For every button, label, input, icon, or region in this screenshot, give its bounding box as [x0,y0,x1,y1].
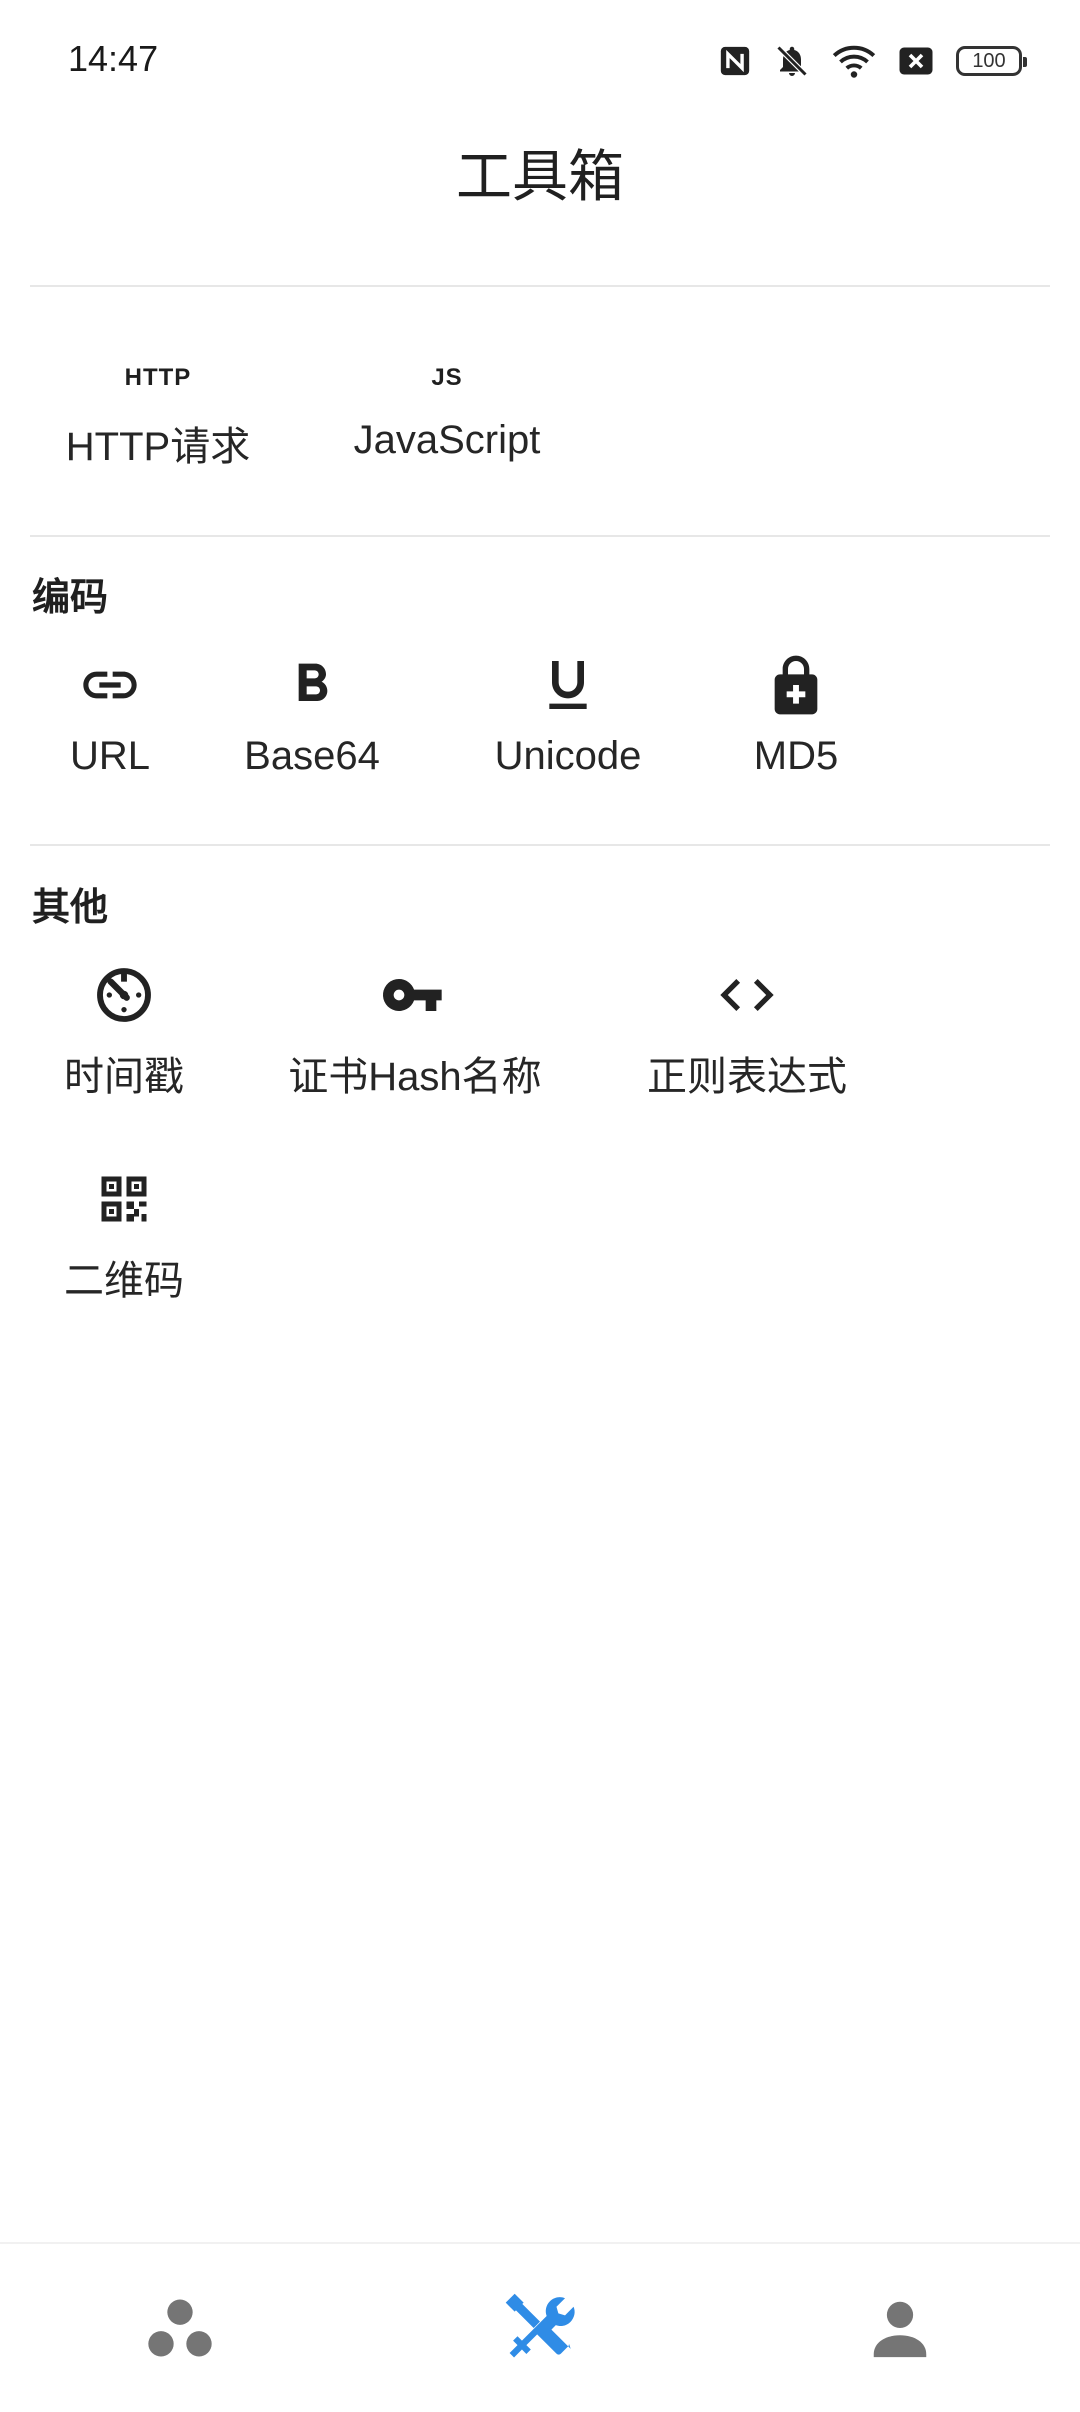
status-bar: 14:47 100 [0,0,1080,120]
battery-icon: 100 [956,46,1027,76]
person-icon [873,2301,927,2358]
tool-http-request[interactable]: HTTP HTTP请求 [60,348,256,472]
tool-javascript[interactable]: JS JavaScript [344,348,550,463]
tool-label: Unicode [494,734,642,778]
key-icon [380,960,450,1030]
section-title-other: 其他 [32,887,109,929]
code-icon [713,960,781,1030]
tool-md5[interactable]: MD5 [736,650,856,779]
bubbles-icon [148,2299,212,2357]
bell-off-icon [776,45,808,77]
nav-item-toolbox[interactable] [360,2244,720,2412]
http-icon: HTTP [124,364,192,391]
tool-label: Base64 [244,734,380,778]
wifi-icon [832,45,876,78]
tool-url[interactable]: URL [50,650,170,779]
nav-item-profile[interactable] [720,2244,1080,2412]
bottom-navigation [0,2242,1080,2412]
battery-level: 100 [972,49,1006,72]
tool-label: MD5 [753,734,839,778]
page-title: 工具箱 [456,145,624,208]
divider [30,844,1050,846]
section-title-encoding: 编码 [32,577,109,619]
underline-icon [536,650,600,720]
tool-label: 二维码 [64,1259,184,1303]
nfc-icon [720,46,750,76]
tool-label: 正则表达式 [647,1055,847,1099]
divider [30,535,1050,537]
tool-label: 证书Hash名称 [288,1055,542,1099]
divider [30,285,1050,287]
lock-icon [764,650,828,720]
tool-label: URL [69,734,151,778]
tool-label: HTTP请求 [65,425,251,469]
tool-qrcode[interactable]: 二维码 [50,1164,198,1306]
tool-label: JavaScript [353,418,541,462]
tool-label: 时间戳 [64,1055,184,1099]
timer-icon [92,960,156,1030]
tool-regex[interactable]: 正则表达式 [630,960,864,1102]
status-time: 14:47 [68,38,159,79]
nav-item-community[interactable] [0,2244,360,2412]
js-icon: JS [431,364,463,391]
link-icon [78,650,142,720]
sim-error-icon [899,47,933,75]
tool-timestamp[interactable]: 时间戳 [50,960,198,1102]
tool-cert-hash[interactable]: 证书Hash名称 [270,960,560,1102]
qrcode-icon [94,1164,154,1234]
status-icons: 100 [718,38,1027,84]
tool-unicode[interactable]: Unicode [480,650,656,779]
bold-icon [280,650,344,720]
tool-base64[interactable]: Base64 [230,650,394,779]
tools-icon [505,2293,575,2358]
